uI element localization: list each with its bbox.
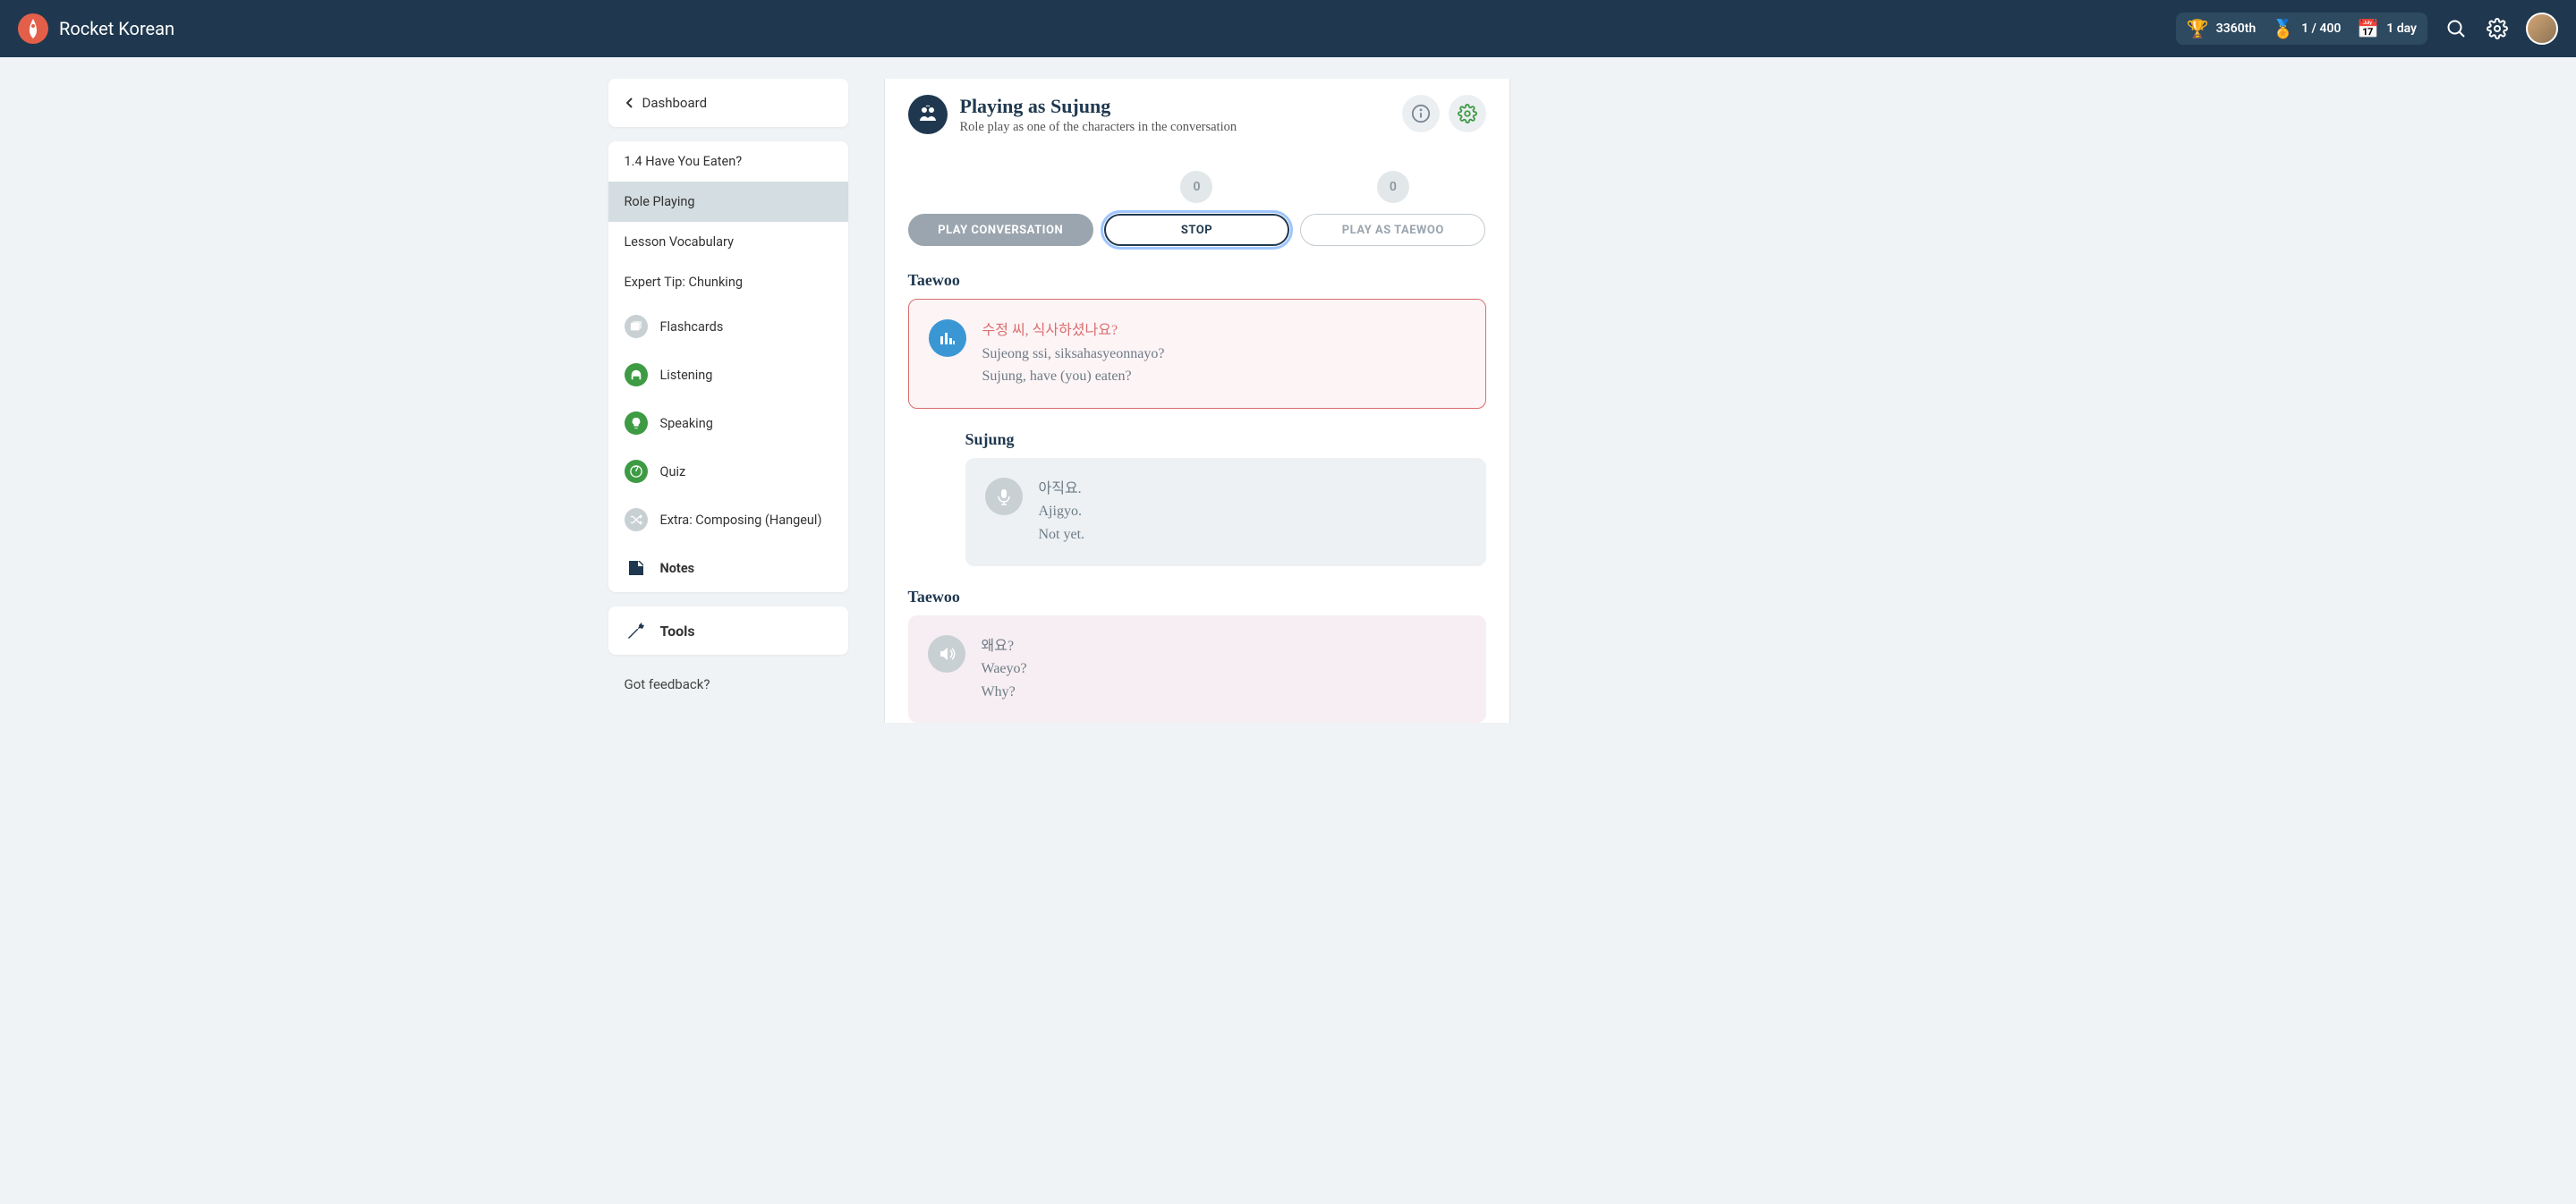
quiz-icon <box>625 460 648 483</box>
play-as-taewoo-button[interactable]: PLAY AS TAEWOO <box>1300 214 1485 246</box>
leaderboard-icon: 🏆 <box>2187 18 2209 39</box>
stats-pill[interactable]: 🏆 3360th 🏅 1 / 400 📅 1 day <box>2176 13 2427 45</box>
sidebar: Dashboard 1.4 Have You Eaten? Role Playi… <box>608 79 848 744</box>
streak-stat[interactable]: 📅 1 day <box>2357 18 2417 39</box>
streak-value: 1 day <box>2386 21 2417 36</box>
nav-notes[interactable]: Notes <box>608 544 848 592</box>
roman-text: Sujeong ssi, siksahasyeonnayo? <box>982 343 1165 366</box>
info-button[interactable] <box>1402 95 1440 132</box>
roman-text: Waeyo? <box>982 657 1027 681</box>
lesson-subtitle: Role play as one of the characters in th… <box>960 120 1237 135</box>
speaker-label: Sujung <box>965 430 1486 449</box>
nav-role-playing[interactable]: Role Playing <box>608 182 848 222</box>
nav-expert-tip[interactable]: Expert Tip: Chunking <box>608 262 848 302</box>
play-conversation-button[interactable]: PLAY CONVERSATION <box>908 214 1093 246</box>
user-avatar[interactable] <box>2526 13 2558 45</box>
logo-icon <box>18 13 48 44</box>
speaker-label: Taewoo <box>908 271 1486 290</box>
nav-listening[interactable]: Listening <box>608 351 848 399</box>
feedback-link[interactable]: Got feedback? <box>608 669 848 700</box>
roleplay-icon <box>908 95 948 134</box>
wrench-icon <box>625 619 648 642</box>
points-value: 1 / 400 <box>2301 21 2341 36</box>
lightbulb-icon <box>625 411 648 435</box>
headphones-icon <box>625 363 648 386</box>
search-button[interactable] <box>2444 16 2469 41</box>
alt-badge: 0 <box>1377 171 1409 203</box>
badge-icon: 🏅 <box>2272 18 2294 39</box>
rank-value: 3360th <box>2216 21 2257 36</box>
lesson-title: Playing as Sujung <box>960 95 1237 118</box>
english-text: Not yet. <box>1039 523 1085 547</box>
dashboard-link[interactable]: Dashboard <box>608 79 848 127</box>
speaker-label: Taewoo <box>908 588 1486 606</box>
nav-lesson-vocabulary[interactable]: Lesson Vocabulary <box>608 222 848 262</box>
dialogue-bubble: 아직요. Ajigyo. Not yet. <box>965 458 1486 566</box>
sound-icon[interactable] <box>928 635 965 673</box>
english-text: Sujung, have (you) eaten? <box>982 365 1165 388</box>
app-header: Rocket Korean 🏆 3360th 🏅 1 / 400 📅 1 day <box>0 0 2576 57</box>
brand-name: Rocket Korean <box>59 18 174 39</box>
nav-flashcards[interactable]: Flashcards <box>608 302 848 351</box>
dialogue-bubble: 왜요? Waeyo? Why? <box>908 615 1486 724</box>
english-text: Why? <box>982 681 1027 704</box>
stop-button[interactable]: STOP <box>1104 214 1289 246</box>
nav-speaking[interactable]: Speaking <box>608 399 848 447</box>
stop-badge: 0 <box>1180 171 1212 203</box>
flashcards-icon <box>625 315 648 338</box>
korean-text: 왜요? <box>982 635 1027 658</box>
lesson-settings-button[interactable] <box>1449 95 1486 132</box>
main-content: Playing as Sujung Role play as one of th… <box>884 79 1510 723</box>
rank-stat[interactable]: 🏆 3360th <box>2187 18 2256 39</box>
audio-chart-icon[interactable] <box>929 319 966 357</box>
settings-button[interactable] <box>2485 16 2510 41</box>
korean-text: 아직요. <box>1039 478 1085 501</box>
nav-extra[interactable]: Extra: Composing (Hangeul) <box>608 496 848 544</box>
dialogue-bubble: 수정 씨, 식사하셨나요? Sujeong ssi, siksahasyeonn… <box>908 299 1486 409</box>
roman-text: Ajigyo. <box>1039 500 1085 523</box>
chevron-left-icon <box>626 98 633 108</box>
nav-tools[interactable]: Tools <box>608 606 848 655</box>
nav-lesson-title[interactable]: 1.4 Have You Eaten? <box>608 141 848 182</box>
points-stat[interactable]: 🏅 1 / 400 <box>2272 18 2341 39</box>
brand-area[interactable]: Rocket Korean <box>18 13 174 44</box>
shuffle-icon <box>625 508 648 531</box>
dashboard-label: Dashboard <box>642 95 708 111</box>
korean-text: 수정 씨, 식사하셨나요? <box>982 319 1165 343</box>
notes-icon <box>625 556 648 580</box>
nav-quiz[interactable]: Quiz <box>608 447 848 496</box>
calendar-icon: 📅 <box>2357 18 2379 39</box>
mic-icon[interactable] <box>985 478 1023 515</box>
